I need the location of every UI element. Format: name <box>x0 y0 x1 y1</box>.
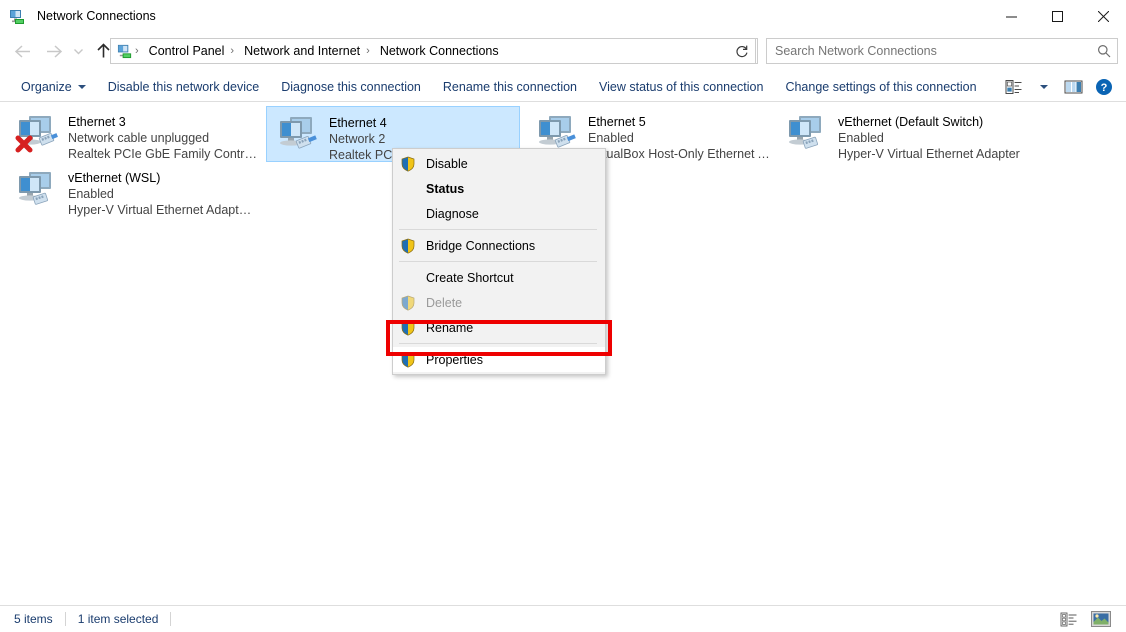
change-view-dropdown[interactable] <box>1030 75 1058 99</box>
connection-name: vEthernet (WSL) <box>68 171 161 185</box>
toolbar-right-group: ? <box>1000 75 1118 99</box>
network-adapter-icon <box>782 110 830 158</box>
connection-status: Network cable unplugged <box>68 131 210 145</box>
context-menu-separator <box>399 261 597 262</box>
breadcrumb-network-icon <box>117 43 133 59</box>
context-menu-item-bridge-connections[interactable]: Bridge Connections <box>393 233 605 258</box>
context-menu-separator <box>399 229 597 230</box>
context-menu-item-disable[interactable]: Disable <box>393 151 605 176</box>
details-view-icon[interactable] <box>1058 610 1080 628</box>
view-toggle-group <box>1058 610 1112 628</box>
search-icon[interactable] <box>1091 44 1117 58</box>
network-connections-icon <box>9 8 26 25</box>
connection-status: Network 2 <box>329 132 386 146</box>
shield-icon <box>400 295 416 311</box>
chevron-down-icon <box>77 84 86 89</box>
recent-locations-button[interactable] <box>68 36 88 66</box>
breadcrumb-item-control-panel[interactable]: Control Panel <box>145 44 229 58</box>
search-box[interactable] <box>766 38 1118 64</box>
window-controls <box>988 0 1126 32</box>
network-adapter-icon <box>12 166 60 214</box>
rename-connection-button[interactable]: Rename this connection <box>434 76 586 98</box>
command-toolbar: Organize Disable this network device Dia… <box>0 72 1126 102</box>
breadcrumb-item-network-and-internet[interactable]: Network and Internet <box>240 44 364 58</box>
refresh-button[interactable] <box>728 38 756 64</box>
context-menu-label: Create Shortcut <box>426 270 514 285</box>
breadcrumb-separator: › <box>366 45 370 57</box>
context-menu-item-create-shortcut[interactable]: Create Shortcut <box>393 265 605 290</box>
network-adapter-icon <box>273 111 321 159</box>
change-settings-button[interactable]: Change settings of this connection <box>776 76 985 98</box>
large-icons-view-icon[interactable] <box>1090 610 1112 628</box>
preview-pane-icon[interactable] <box>1060 75 1088 99</box>
shield-icon <box>400 156 416 172</box>
view-status-button[interactable]: View status of this connection <box>590 76 772 98</box>
context-menu-item-properties[interactable]: Properties <box>393 347 605 372</box>
network-adapter-icon <box>12 110 60 158</box>
connection-name: Ethernet 5 <box>588 115 646 129</box>
forward-button[interactable] <box>38 36 68 66</box>
context-menu-item-status[interactable]: Status <box>393 176 605 201</box>
context-menu-label: Rename <box>426 320 474 335</box>
help-icon[interactable]: ? <box>1090 75 1118 99</box>
no-icon-placeholder <box>400 181 416 197</box>
connection-status: Enabled <box>68 187 114 201</box>
breadcrumb-separator: › <box>230 45 235 57</box>
minimize-button[interactable] <box>988 0 1034 32</box>
selection-label: 1 item selected <box>78 612 172 626</box>
shield-icon <box>400 352 416 368</box>
context-menu-label: Status <box>426 181 465 196</box>
search-input[interactable] <box>775 44 1091 58</box>
context-menu-label: Diagnose <box>426 206 479 221</box>
back-button[interactable] <box>8 36 38 66</box>
organize-label: Organize <box>21 79 72 94</box>
context-menu-separator <box>399 343 597 344</box>
shield-icon <box>400 238 416 254</box>
shield-icon <box>400 320 416 336</box>
item-count-label: 5 items <box>14 612 66 626</box>
status-bar: 5 items 1 item selected <box>0 605 1126 632</box>
context-menu-item-delete: Delete <box>393 290 605 315</box>
connection-device: Hyper-V Virtual Ethernet Adapter ... <box>68 203 257 217</box>
disable-network-device-button[interactable]: Disable this network device <box>99 76 268 98</box>
context-menu-item-rename[interactable]: Rename <box>393 315 605 340</box>
context-menu-label: Delete <box>426 295 463 310</box>
context-menu-label: Properties <box>426 352 483 367</box>
context-menu-label: Disable <box>426 156 468 171</box>
context-menu: Disable Status Diagnose Bridge Connectio… <box>392 148 606 375</box>
breadcrumb-separator: › <box>135 45 139 57</box>
connection-status: Enabled <box>838 131 884 145</box>
title-bar: Network Connections <box>0 0 1126 32</box>
connection-device: Realtek PCIe GbE Family Controll... <box>68 147 257 161</box>
connection-tile-vethernet-default-switch[interactable]: vEthernet (Default Switch) Enabled Hyper… <box>776 106 1050 162</box>
context-menu-item-diagnose[interactable]: Diagnose <box>393 201 605 226</box>
maximize-button[interactable] <box>1034 0 1080 32</box>
connection-name: vEthernet (Default Switch) <box>838 115 984 129</box>
organize-button[interactable]: Organize <box>12 76 95 98</box>
close-button[interactable] <box>1080 0 1126 32</box>
connection-name: Ethernet 3 <box>68 115 126 129</box>
diagnose-connection-button[interactable]: Diagnose this connection <box>272 76 430 98</box>
no-icon-placeholder <box>400 206 416 222</box>
connection-status: Enabled <box>588 131 634 145</box>
connection-tile-ethernet-3[interactable]: Ethernet 3 Network cable unplugged Realt… <box>6 106 260 162</box>
no-icon-placeholder <box>400 270 416 286</box>
window-title: Network Connections <box>37 9 156 23</box>
breadcrumb[interactable]: › Control Panel › Network and Internet ›… <box>110 38 758 64</box>
connection-device: Hyper-V Virtual Ethernet Adapter <box>838 147 1020 161</box>
chevron-down-icon <box>1040 84 1048 89</box>
context-menu-label: Bridge Connections <box>426 238 536 253</box>
address-bar: › Control Panel › Network and Internet ›… <box>0 32 1126 70</box>
change-view-icon[interactable] <box>1000 75 1028 99</box>
connection-name: Ethernet 4 <box>329 116 387 130</box>
svg-text:?: ? <box>1101 82 1108 94</box>
connection-tile-vethernet-wsl[interactable]: vEthernet (WSL) Enabled Hyper-V Virtual … <box>6 162 260 218</box>
connection-device: VirtualBox Host-Only Ethernet Ad... <box>588 147 777 161</box>
breadcrumb-item-network-connections[interactable]: Network Connections <box>376 44 503 58</box>
